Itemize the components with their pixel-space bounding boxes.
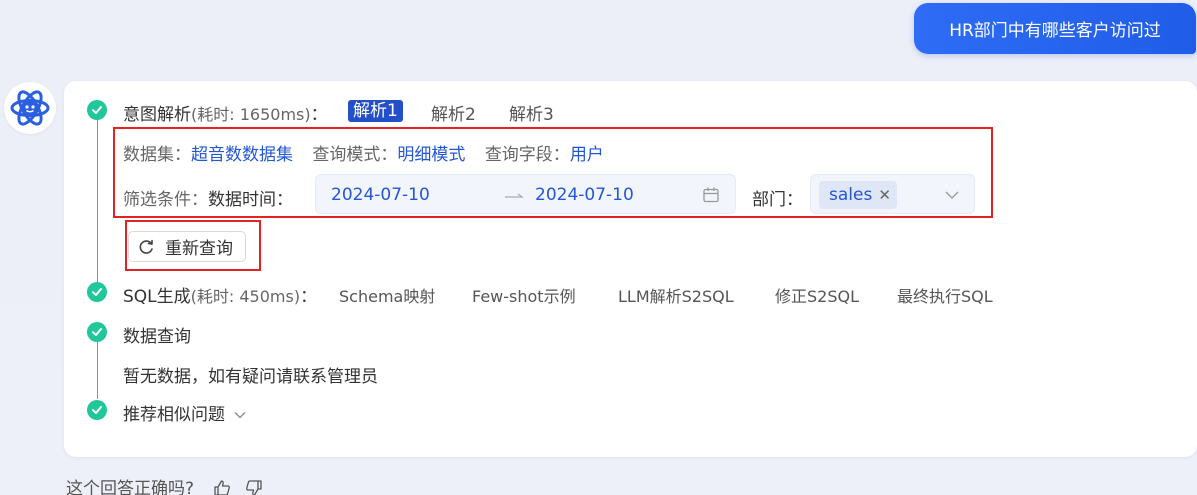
time-label: 数据时间： — [208, 190, 293, 210]
feedback-question: 这个回答正确吗? — [66, 479, 195, 495]
thumbs-up-icon[interactable] — [213, 479, 231, 495]
intent-time: (耗时: 1650ms) — [191, 105, 311, 124]
user-message-bubble: HR部门中有哪些客户访问过 — [914, 3, 1196, 54]
sql-step-llm[interactable]: LLM解析S2SQL — [618, 283, 734, 307]
recommend-toggle[interactable]: 推荐相似问题 — [123, 400, 247, 425]
dept-tag: sales ✕ — [819, 181, 897, 209]
query-title: 数据查询 — [123, 327, 191, 347]
check-icon — [87, 282, 107, 302]
dataset-label: 数据集： — [123, 145, 191, 165]
date-end[interactable]: 2024-07-10 — [535, 185, 634, 205]
sql-time: (耗时: 450ms) — [190, 287, 301, 306]
atom-robot-icon — [10, 90, 50, 126]
filter-row: 筛选条件：数据时间： — [123, 185, 293, 210]
dataset-row: 数据集：超音数数据集 查询模式：明细模式 查询字段：用户 — [123, 140, 604, 165]
bot-avatar — [4, 82, 56, 134]
chevron-down-icon[interactable] — [944, 189, 960, 201]
thumbs-down-icon[interactable] — [245, 479, 263, 495]
mode-value: 明细模式 — [397, 145, 466, 165]
timeline-line-query — [97, 342, 98, 399]
tab-parse-2[interactable]: 解析2 — [431, 100, 476, 125]
dataset-value[interactable]: 超音数数据集 — [191, 145, 293, 165]
sql-title: SQL生成 — [123, 287, 191, 307]
date-start[interactable]: 2024-07-10 — [331, 185, 430, 205]
user-message-text: HR部门中有哪些客户访问过 — [949, 21, 1161, 41]
check-icon — [87, 322, 107, 342]
timeline-line-intent — [97, 119, 98, 282]
intent-title-row: 意图解析(耗时: 1650ms)： — [123, 100, 328, 125]
sql-step-schema[interactable]: Schema映射 — [339, 283, 435, 307]
sql-step-fewshot[interactable]: Few-shot示例 — [472, 283, 576, 307]
mode-label: 查询模式： — [312, 145, 398, 165]
date-range-picker[interactable]: 2024-07-10 2024-07-10 — [315, 174, 736, 214]
dept-label: 部门： — [752, 190, 803, 210]
calendar-icon — [703, 187, 719, 203]
close-icon[interactable]: ✕ — [878, 186, 891, 204]
tab-parse-1[interactable]: 解析1 — [348, 100, 403, 122]
query-empty-text: 暂无数据，如有疑问请联系管理员 — [123, 367, 378, 387]
refresh-icon — [139, 239, 153, 254]
dept-tag-label: sales — [829, 185, 873, 205]
sql-title-row: SQL生成(耗时: 450ms)： — [123, 282, 317, 307]
arrow-right-icon — [505, 193, 524, 198]
sql-colon: ： — [300, 287, 318, 307]
check-icon — [87, 100, 107, 120]
check-icon — [87, 400, 107, 420]
intent-title: 意图解析 — [123, 105, 191, 125]
recommend-title: 推荐相似问题 — [123, 405, 225, 425]
sql-step-correct[interactable]: 修正S2SQL — [775, 283, 859, 307]
feedback-row: 这个回答正确吗? — [66, 474, 263, 495]
requery-label: 重新查询 — [165, 239, 233, 259]
dept-select[interactable]: sales ✕ — [810, 174, 975, 214]
sql-step-final[interactable]: 最终执行SQL — [897, 283, 993, 307]
requery-button[interactable]: 重新查询 — [128, 231, 246, 262]
field-value: 用户 — [569, 145, 604, 165]
field-label: 查询字段： — [484, 145, 570, 165]
filter-label: 筛选条件： — [123, 190, 208, 210]
chevron-down-icon — [234, 412, 246, 419]
tab-parse-3[interactable]: 解析3 — [509, 100, 554, 125]
intent-colon: ： — [310, 105, 328, 125]
